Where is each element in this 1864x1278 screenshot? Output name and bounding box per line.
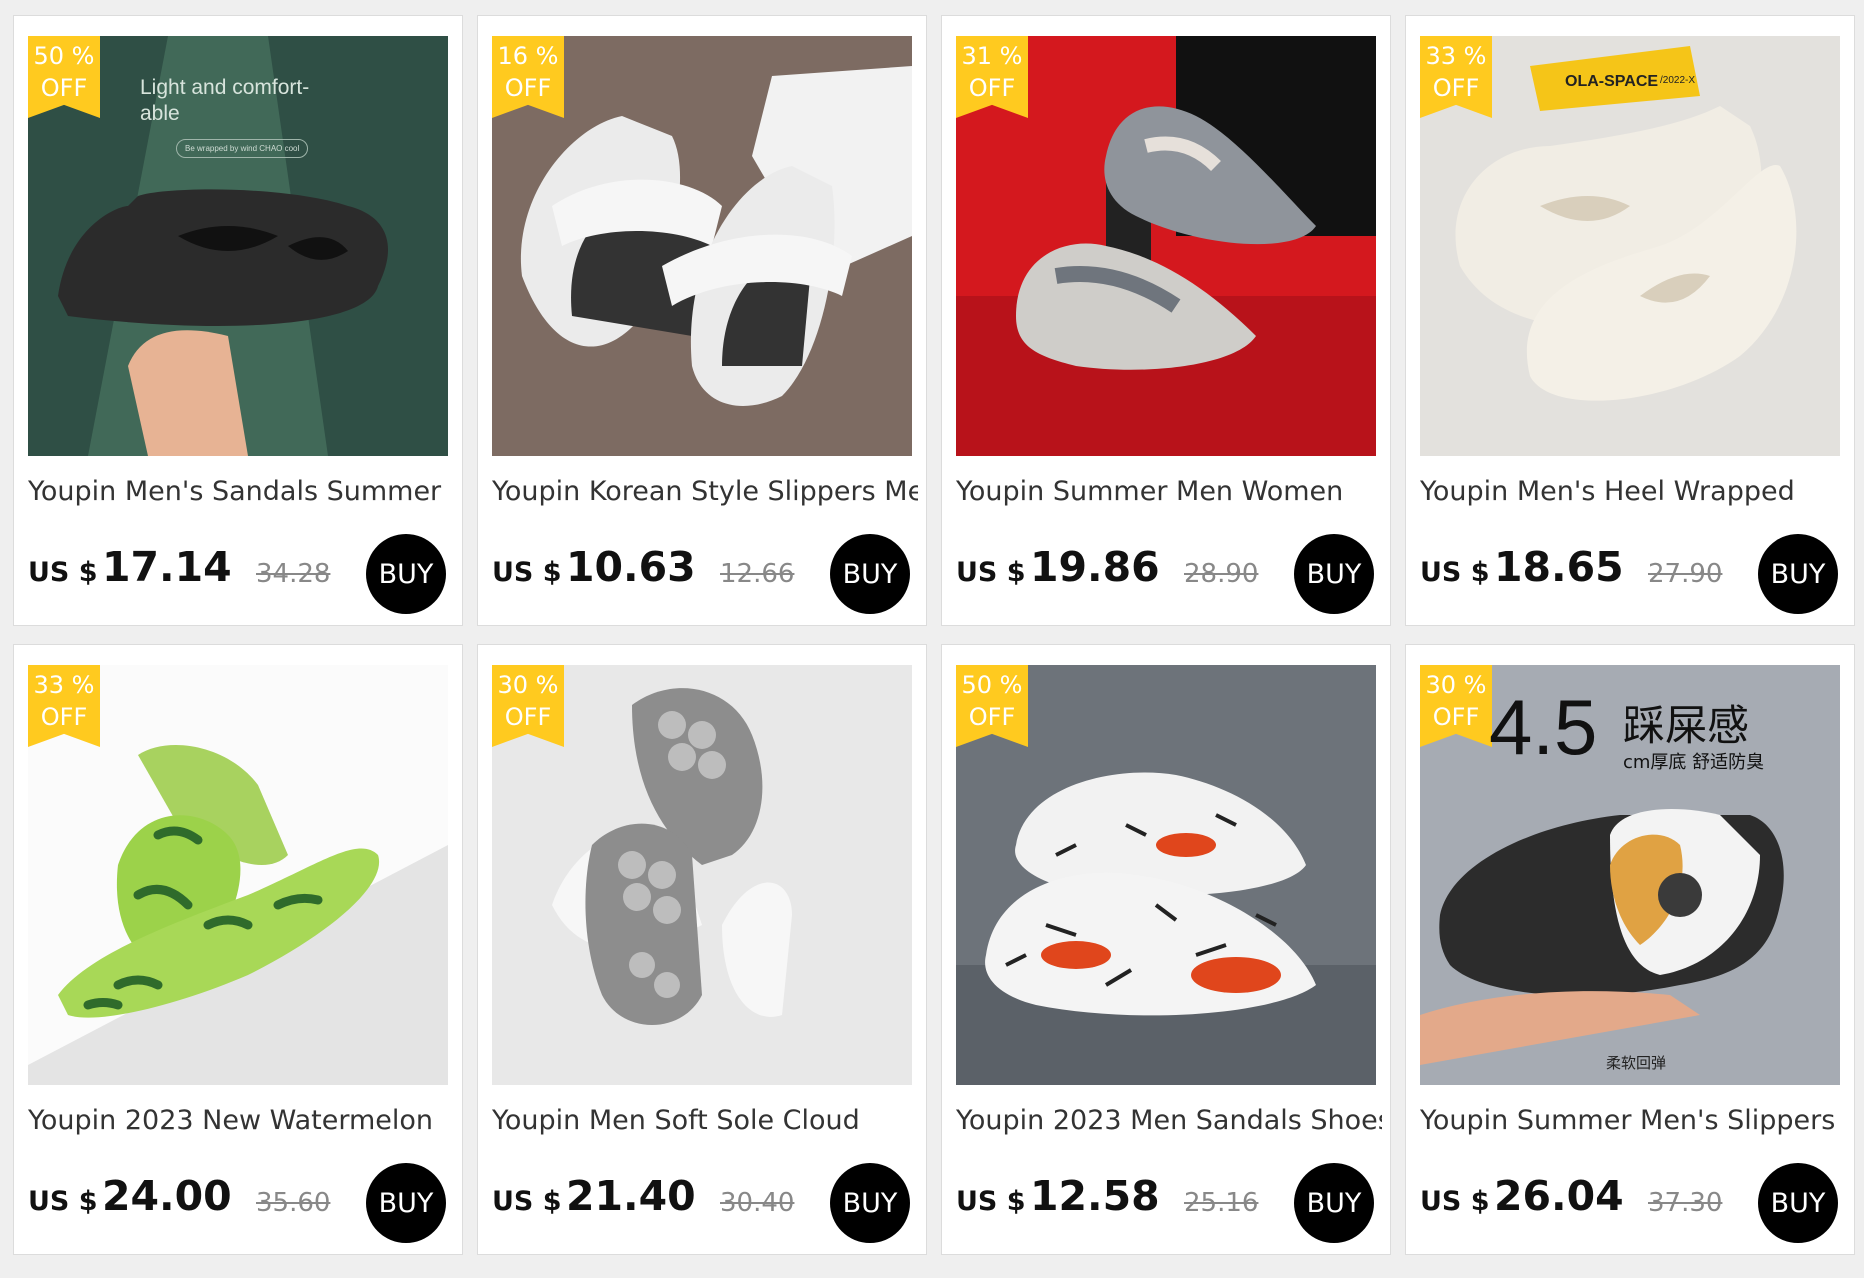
product-price: 17.14 — [102, 543, 232, 591]
original-price: 27.90 — [1648, 559, 1723, 589]
image-headline-cn: 踩屎感 — [1623, 701, 1750, 750]
buy-button[interactable]: BUY — [1758, 534, 1838, 614]
original-price: 28.90 — [1184, 559, 1259, 589]
image-headline: 4.5 — [1489, 683, 1598, 771]
product-grid: 50 % OFF Youpin Men's Sandals Summer US $… — [13, 15, 1855, 1255]
buy-button[interactable]: BUY — [1294, 1163, 1374, 1243]
product-image[interactable]: 33 % OFF — [1420, 36, 1840, 456]
product-title[interactable]: Youpin Men's Heel Wrapped — [1420, 476, 1846, 507]
currency-label: US $ — [28, 557, 98, 588]
original-price: 12.66 — [720, 559, 795, 589]
original-price: 25.16 — [1184, 1188, 1259, 1218]
original-price: 30.40 — [720, 1188, 795, 1218]
buy-button[interactable]: BUY — [830, 1163, 910, 1243]
product-price: 19.86 — [1030, 543, 1160, 591]
currency-label: US $ — [492, 1186, 562, 1217]
image-footnote-cn: 柔软回弹 — [1606, 1054, 1667, 1072]
image-brand-subtext: /2022-X — [1660, 75, 1696, 86]
product-image[interactable]: 33 % OFF — [28, 665, 448, 1085]
buy-button[interactable]: BUY — [1758, 1163, 1838, 1243]
product-title[interactable]: Youpin Men Soft Sole Cloud — [492, 1105, 918, 1136]
product-card[interactable]: 31 % OFF Youpin Summer Men Women US $ 19.… — [941, 15, 1391, 626]
currency-label: US $ — [956, 1186, 1026, 1217]
product-price: 12.58 — [1030, 1172, 1160, 1220]
currency-label: US $ — [1420, 1186, 1490, 1217]
image-caption: Light and comfort- able — [140, 76, 310, 125]
product-card[interactable]: 33 % OFF Youpin 2023 New Watermelon US $ … — [13, 644, 463, 1255]
product-price: 21.40 — [566, 1172, 696, 1220]
product-image[interactable]: 31 % OFF — [956, 36, 1376, 456]
product-title[interactable]: Youpin Summer Men Women — [956, 476, 1382, 507]
product-image[interactable]: 30 % OFF — [492, 665, 912, 1085]
product-title[interactable]: Youpin Men's Sandals Summer — [28, 476, 454, 507]
original-price: 35.60 — [256, 1188, 331, 1218]
currency-label: US $ — [28, 1186, 98, 1217]
product-price: 26.04 — [1494, 1172, 1624, 1220]
buy-button[interactable]: BUY — [1294, 534, 1374, 614]
product-price: 18.65 — [1494, 543, 1624, 591]
original-price: 34.28 — [256, 559, 331, 589]
product-title[interactable]: Youpin 2023 New Watermelon — [28, 1105, 454, 1136]
product-image[interactable]: 16 % OFF — [492, 36, 912, 456]
image-subline-cn: cm厚底 舒适防臭 — [1623, 752, 1765, 773]
product-price: 10.63 — [566, 543, 696, 591]
currency-label: US $ — [1420, 557, 1490, 588]
product-title[interactable]: Youpin Summer Men's Slippers — [1420, 1105, 1846, 1136]
product-card[interactable]: 50 % OFF Youpin 2023 Men Sandals Shoes US… — [941, 644, 1391, 1255]
product-image[interactable]: 50 % OFF — [956, 665, 1376, 1085]
buy-button[interactable]: BUY — [366, 534, 446, 614]
product-card[interactable]: 30 % OFF Youpin Men Soft Sole Cloud US $ … — [477, 644, 927, 1255]
product-title[interactable]: Youpin Korean Style Slippers Men — [492, 476, 918, 507]
currency-label: US $ — [956, 557, 1026, 588]
product-card[interactable]: 16 % OFF Youpin Korean Style Slippers Men… — [477, 15, 927, 626]
product-card[interactable]: 33 % OFF Youpin Men's Heel Wrapped US $ 1… — [1405, 15, 1855, 626]
currency-label: US $ — [492, 557, 562, 588]
buy-button[interactable]: BUY — [366, 1163, 446, 1243]
original-price: 37.30 — [1648, 1188, 1723, 1218]
buy-button[interactable]: BUY — [830, 534, 910, 614]
image-brand-text: OLA-SPACE — [1565, 73, 1659, 90]
product-title[interactable]: Youpin 2023 Men Sandals Shoes — [956, 1105, 1382, 1136]
product-price: 24.00 — [102, 1172, 232, 1220]
image-subcaption: Be wrapped by wind CHAO cool — [176, 139, 309, 158]
